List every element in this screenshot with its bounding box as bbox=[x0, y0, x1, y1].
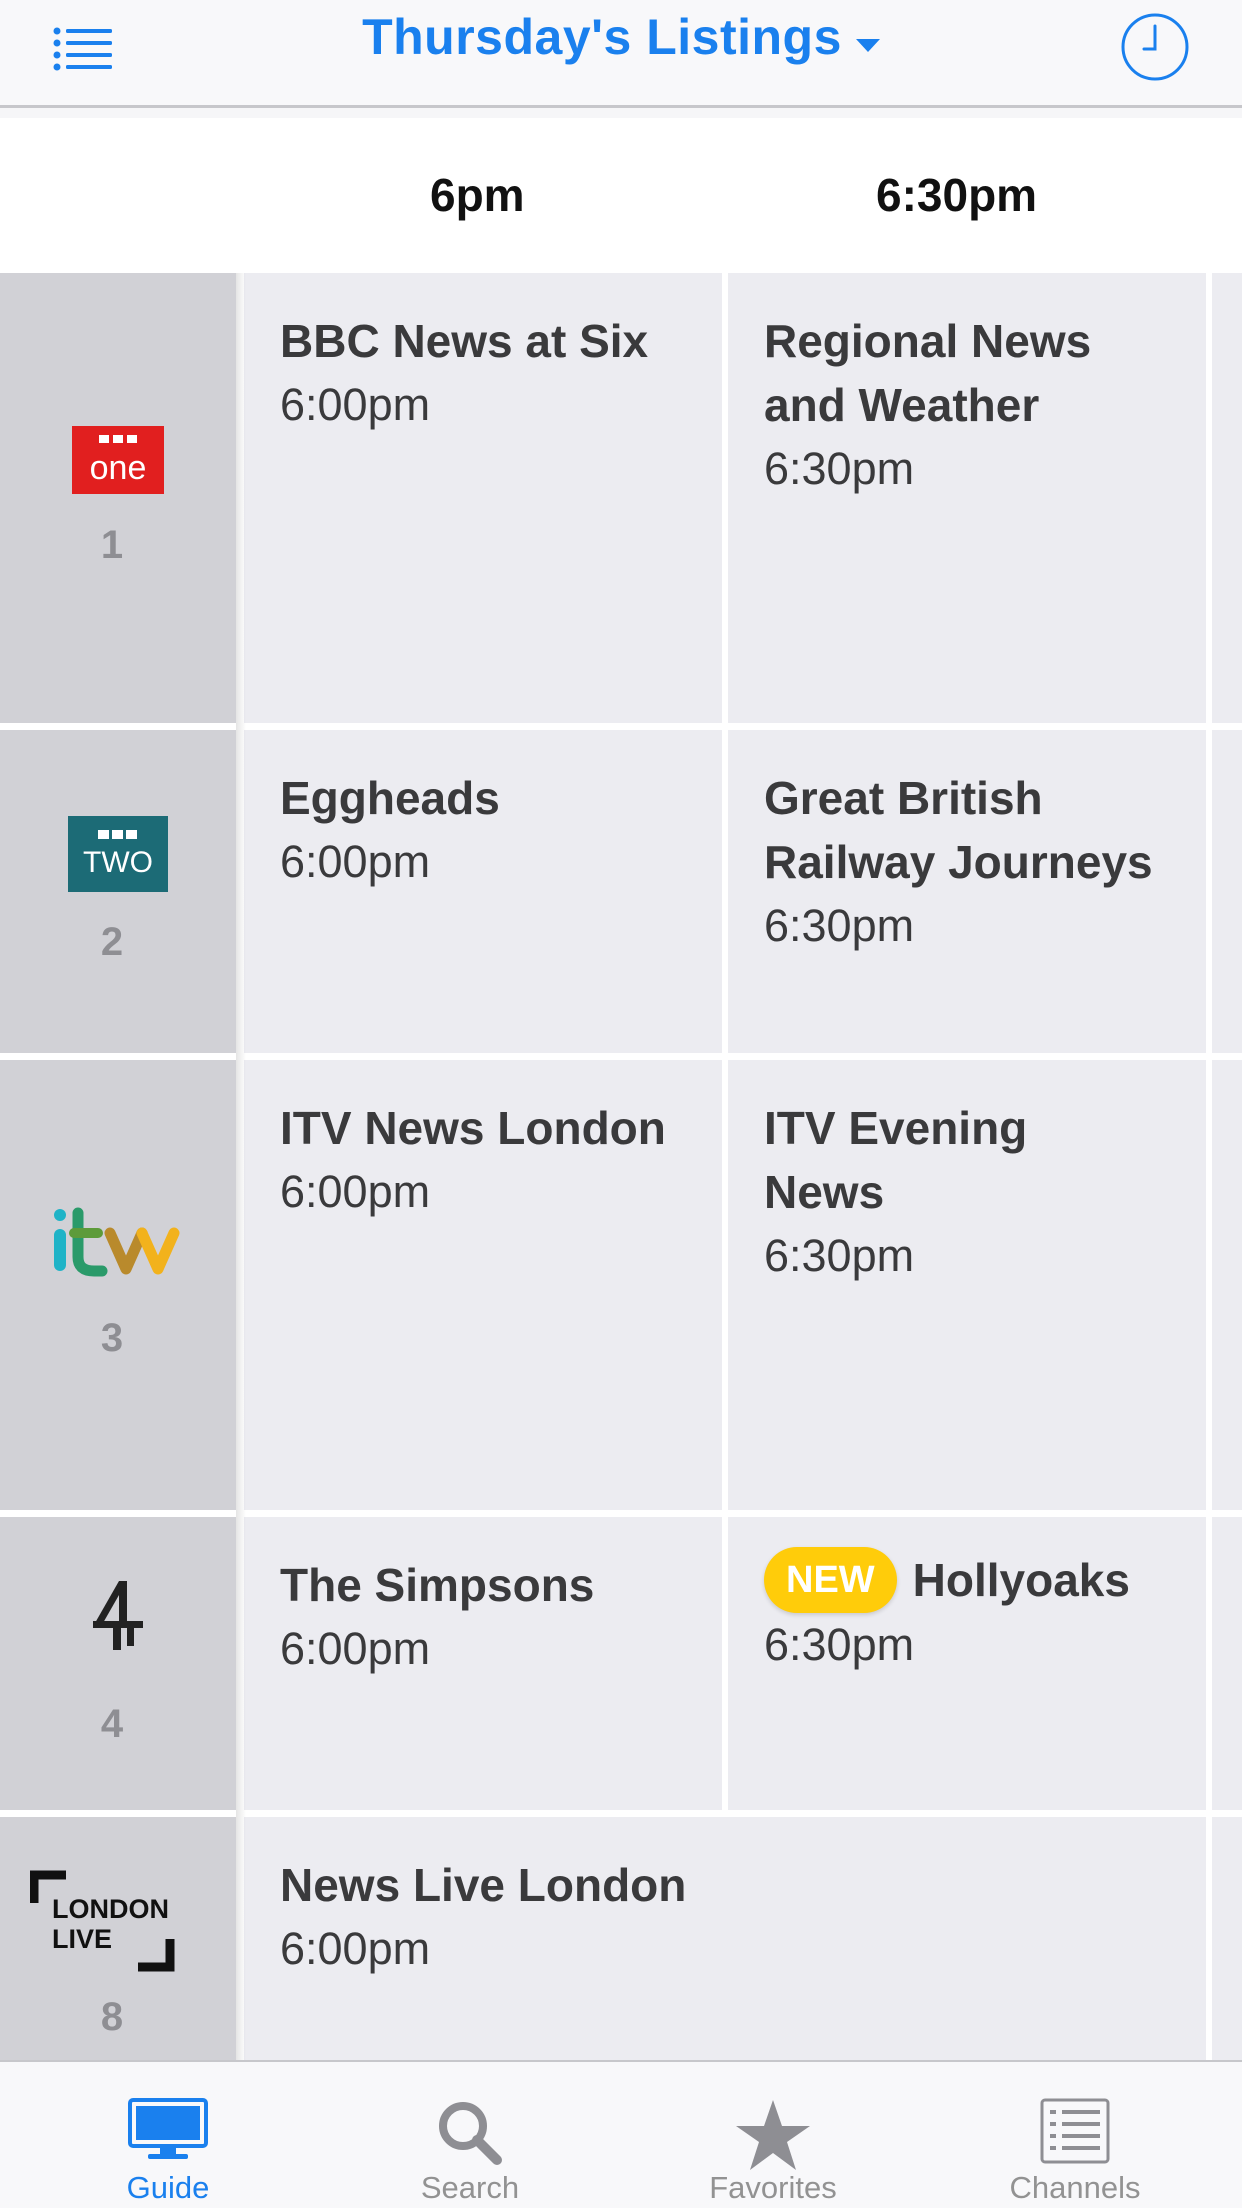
program-time: 6:00pm bbox=[280, 1923, 431, 1974]
program-title: BBC News at Six bbox=[280, 315, 649, 367]
program-title: News Live London bbox=[280, 1859, 687, 1911]
program-cell[interactable]: Eggheads 6:00pm bbox=[244, 730, 722, 1053]
channel-logo-text: LONDON bbox=[52, 1894, 169, 1924]
channel-cell[interactable]: 4 bbox=[0, 1517, 236, 1810]
channel-4-logo bbox=[0, 1577, 236, 1657]
program-time: 6:30pm bbox=[764, 1619, 915, 1670]
listings-grid: one 1 BBC News at Six 6:00pm Regional Ne… bbox=[0, 273, 1242, 2060]
channel-logo-text: LIVE bbox=[52, 1924, 112, 1954]
channel-number: 8 bbox=[100, 1995, 124, 2039]
channel-number: 2 bbox=[100, 920, 124, 964]
channel-cell[interactable]: 3 bbox=[0, 1060, 236, 1510]
tab-search[interactable]: Search bbox=[315, 2062, 625, 2208]
program-time: 6:00pm bbox=[280, 379, 431, 430]
program-cell[interactable]: News Live London 6:00pm bbox=[244, 1817, 1206, 2060]
program-time: 6:30pm bbox=[764, 900, 915, 951]
bottom-tab-bar: Guide Search Favorites Channels bbox=[0, 2060, 1242, 2208]
program-time: 6:00pm bbox=[280, 1166, 431, 1217]
tv-monitor-icon bbox=[128, 2098, 208, 2159]
search-icon bbox=[439, 2102, 502, 2165]
london-live-logo: LONDON LIVE bbox=[0, 1869, 236, 1973]
program-title: Hollyoaks bbox=[912, 1554, 1130, 1606]
program-time: 6:00pm bbox=[280, 836, 431, 887]
page-title[interactable]: Thursday's Listings bbox=[362, 8, 842, 66]
channel-cell[interactable]: TWO 2 bbox=[0, 730, 236, 1053]
program-cell[interactable]: ITV News London 6:00pm bbox=[244, 1060, 722, 1510]
channel-logo-text: TWO bbox=[83, 846, 153, 879]
channel-list-icon bbox=[1040, 2098, 1110, 2164]
channel-logo-text: one bbox=[90, 449, 147, 487]
tab-label: Search bbox=[420, 2170, 520, 2205]
program-cell[interactable]: Regional News and Weather 6:30pm bbox=[728, 273, 1206, 723]
channel-number: 1 bbox=[100, 523, 124, 567]
tab-label: Guide bbox=[126, 2170, 210, 2205]
next-slot-edge bbox=[1212, 1817, 1242, 2060]
star-icon bbox=[736, 2100, 810, 2170]
next-slot-edge bbox=[1212, 730, 1242, 1053]
chevron-down-icon[interactable] bbox=[855, 39, 880, 53]
time-slot-header: 6pm 6:30pm bbox=[0, 118, 1242, 273]
top-navigation-bar: Thursday's Listings bbox=[0, 0, 1242, 108]
program-title: Regional News and Weather bbox=[764, 315, 1092, 431]
tab-label: Favorites bbox=[709, 2170, 837, 2205]
program-cell[interactable]: ITV Evening News 6:30pm bbox=[728, 1060, 1206, 1510]
program-title: Great British Railway Journeys bbox=[764, 772, 1153, 888]
channel-number: 4 bbox=[100, 1702, 124, 1746]
tab-label: Channels bbox=[1009, 2170, 1141, 2205]
bbc-two-logo: TWO bbox=[0, 816, 236, 892]
bbc-one-logo: one bbox=[0, 425, 236, 495]
program-cell[interactable]: NEW Hollyoaks 6:30pm bbox=[728, 1517, 1206, 1810]
program-title: The Simpsons bbox=[280, 1559, 595, 1611]
channel-number: 3 bbox=[100, 1316, 124, 1360]
time-slot-label: 6pm bbox=[430, 169, 525, 221]
program-cell[interactable]: Great British Railway Journeys 6:30pm bbox=[728, 730, 1206, 1053]
itv-logo bbox=[0, 1200, 236, 1290]
program-cell[interactable]: The Simpsons 6:00pm bbox=[244, 1517, 722, 1810]
new-badge: NEW bbox=[764, 1547, 897, 1613]
program-title: ITV Evening News bbox=[764, 1102, 1028, 1218]
clock-icon[interactable] bbox=[1120, 12, 1190, 82]
next-slot-edge bbox=[1212, 1060, 1242, 1510]
channel-column-shadow bbox=[236, 273, 246, 2060]
channel-cell[interactable]: LONDON LIVE 8 bbox=[0, 1817, 236, 2060]
program-cell[interactable]: BBC News at Six 6:00pm bbox=[244, 273, 722, 723]
program-time: 6:00pm bbox=[280, 1623, 431, 1674]
program-title: Eggheads bbox=[280, 772, 500, 824]
next-slot-edge bbox=[1212, 273, 1242, 723]
tab-guide[interactable]: Guide bbox=[13, 2062, 323, 2208]
tab-favorites[interactable]: Favorites bbox=[618, 2062, 928, 2208]
next-slot-edge bbox=[1212, 1517, 1242, 1810]
channel-cell[interactable]: one 1 bbox=[0, 273, 236, 723]
tab-channels[interactable]: Channels bbox=[920, 2062, 1230, 2208]
program-time: 6:30pm bbox=[764, 1230, 915, 1281]
program-time: 6:30pm bbox=[764, 443, 915, 494]
time-slot-label: 6:30pm bbox=[876, 169, 1038, 221]
program-title: ITV News London bbox=[280, 1102, 666, 1154]
